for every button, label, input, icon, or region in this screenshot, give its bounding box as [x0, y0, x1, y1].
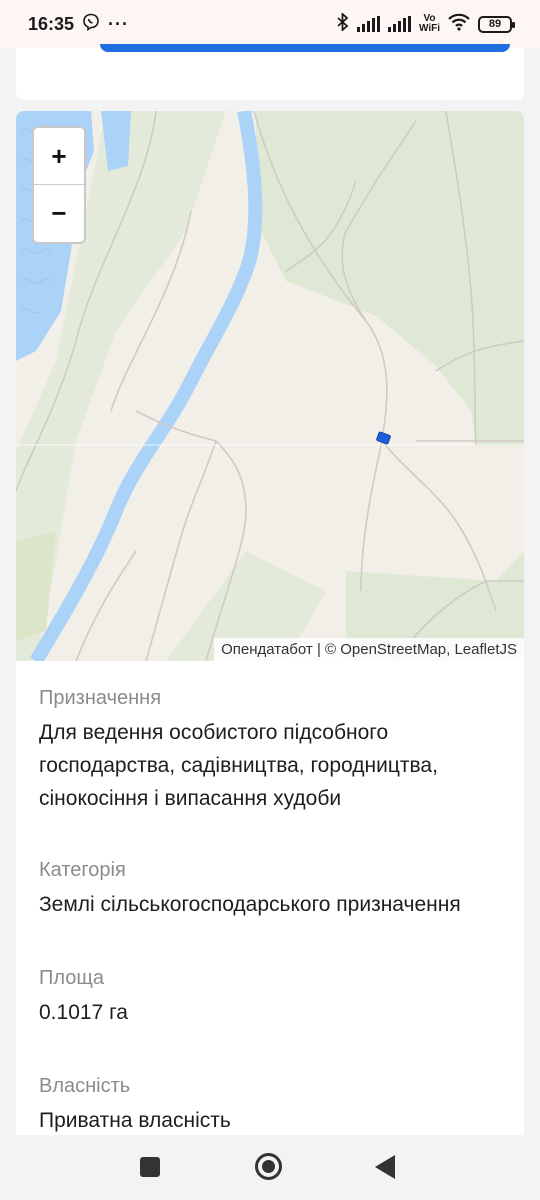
- ownership-value: Приватна власність: [39, 1109, 231, 1132]
- area-field: Площа 0.1017 га: [39, 921, 501, 1029]
- home-button[interactable]: [255, 1153, 282, 1180]
- category-field: Категорія Землі сільськогосподарського п…: [39, 815, 501, 921]
- map-view[interactable]: + − Опендатабот | © OpenStreetMap, Leafl…: [16, 111, 524, 661]
- category-label: Категорія: [39, 859, 126, 881]
- viber-icon: [82, 13, 100, 36]
- vowifi-icon: Vo WiFi: [418, 13, 440, 34]
- status-bar: 16:35 ··· Vo WiFi 89: [0, 0, 540, 48]
- purpose-label: Призначення: [39, 687, 162, 709]
- parcel-details: Призначення Для ведення особистого підсо…: [16, 661, 524, 1135]
- signal-icon-sim2: [387, 16, 411, 32]
- system-navigation-bar: [0, 1135, 540, 1200]
- ownership-label: Власність: [39, 1075, 131, 1097]
- top-card: [16, 44, 524, 100]
- recent-apps-button[interactable]: [140, 1157, 160, 1177]
- back-button[interactable]: [375, 1155, 395, 1179]
- more-notifications-icon: ···: [108, 13, 130, 34]
- zoom-in-button[interactable]: +: [34, 128, 84, 185]
- clock: 16:35: [28, 13, 75, 34]
- signal-icon-sim1: [356, 16, 380, 32]
- map-attribution: Опендатабот | © OpenStreetMap, LeafletJS: [214, 638, 524, 661]
- primary-button[interactable]: [100, 44, 510, 52]
- area-value: 0.1017 га: [39, 1001, 128, 1024]
- purpose-value: Для ведення особистого підсобного господ…: [39, 721, 438, 810]
- category-value: Землі сільськогосподарського призначення: [39, 893, 461, 916]
- zoom-out-button[interactable]: −: [34, 185, 84, 242]
- bluetooth-icon: [337, 11, 349, 36]
- zoom-control: + −: [32, 126, 86, 244]
- battery-indicator: 89: [478, 15, 515, 33]
- home-icon: [262, 1160, 275, 1173]
- area-label: Площа: [39, 967, 104, 989]
- wifi-icon: [448, 13, 470, 36]
- map-tiles: [16, 111, 524, 661]
- ownership-field: Власність Приватна власність: [39, 1029, 501, 1135]
- purpose-field: Призначення Для ведення особистого підсо…: [39, 661, 501, 815]
